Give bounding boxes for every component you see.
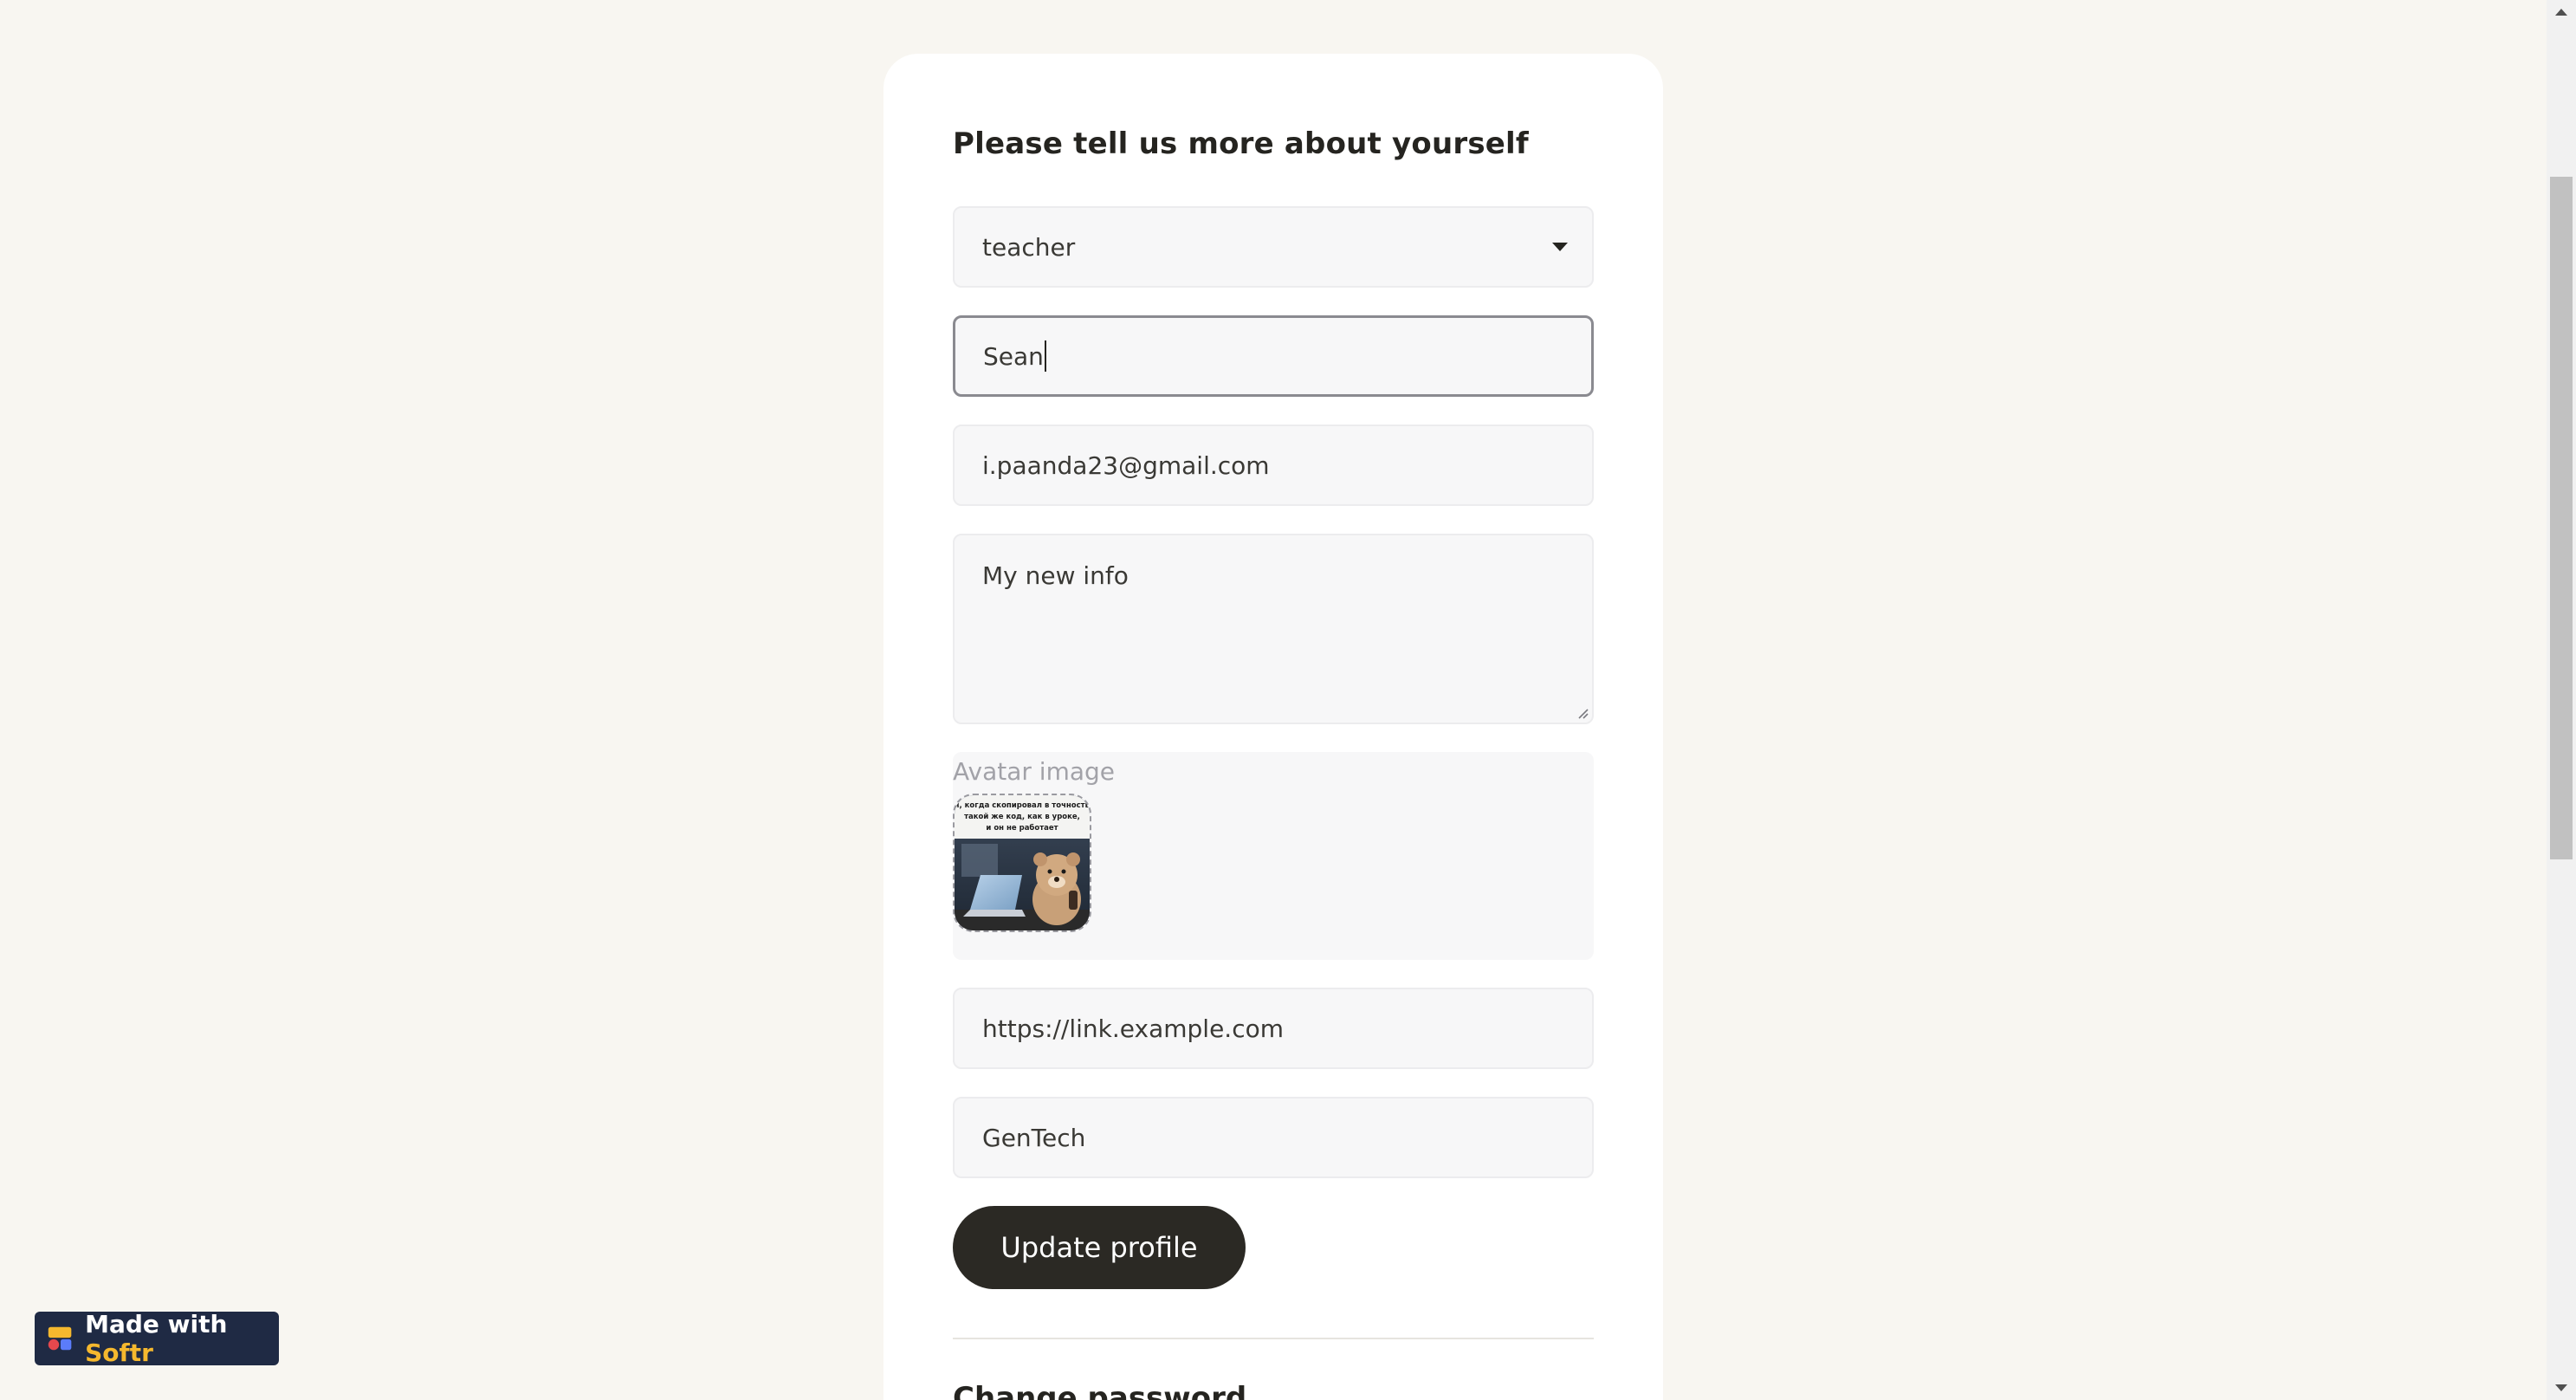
name-input-value: Sean [983,341,1044,371]
profile-card: Please tell us more about yourself teach… [883,54,1663,1400]
email-input-value: i.paanda23@gmail.com [982,450,1270,480]
badge-prefix: Made with [85,1310,228,1338]
scroll-down-arrow-icon[interactable] [2555,1384,2567,1391]
avatar-image-picture: я, когда скопировал в точность такой же … [955,795,1090,930]
name-input[interactable]: Sean [953,315,1594,397]
svg-text:я, когда скопировал в точность: я, когда скопировал в точность [955,801,1090,810]
softr-logo-icon [48,1326,72,1351]
scroll-up-arrow-icon[interactable] [2555,9,2567,16]
caret-down-icon [1552,243,1568,251]
role-select[interactable]: teacher [953,206,1594,288]
badge-brand: Softr [85,1338,153,1367]
svg-text:такой же код, как в уроке,: такой же код, как в уроке, [964,813,1080,821]
bio-textarea[interactable]: My new info [953,534,1594,724]
page: Please tell us more about yourself teach… [0,0,2576,1400]
bio-textarea-value: My new info [982,561,1129,590]
avatar-upload: Avatar image я, когда скопировал в точно… [953,752,1594,960]
scrollbar-thumb[interactable] [2550,177,2573,859]
text-cursor [1044,340,1046,372]
form-title: Please tell us more about yourself [953,126,1529,161]
email-input[interactable]: i.paanda23@gmail.com [953,425,1594,506]
link-input[interactable]: https://link.example.com [953,988,1594,1069]
role-select-value: teacher [982,232,1076,262]
avatar-label: Avatar image [953,757,1116,786]
badge-text: Made with Softr [85,1310,279,1367]
svg-text:и он не работает: и он не работает [986,823,1058,833]
made-with-softr-badge[interactable]: Made with Softr [35,1310,279,1367]
link-input-value: https://link.example.com [982,1014,1285,1043]
section-divider [953,1338,1594,1339]
resize-handle-icon[interactable] [1575,705,1589,719]
page-scrollbar[interactable] [2547,0,2576,1400]
avatar-image[interactable]: я, когда скопировал в точность такой же … [953,794,1091,932]
change-password-title: Change password [953,1381,1247,1400]
update-profile-button[interactable]: Update profile [953,1206,1246,1289]
company-input-value: GenTech [982,1123,1086,1152]
company-input[interactable]: GenTech [953,1097,1594,1178]
